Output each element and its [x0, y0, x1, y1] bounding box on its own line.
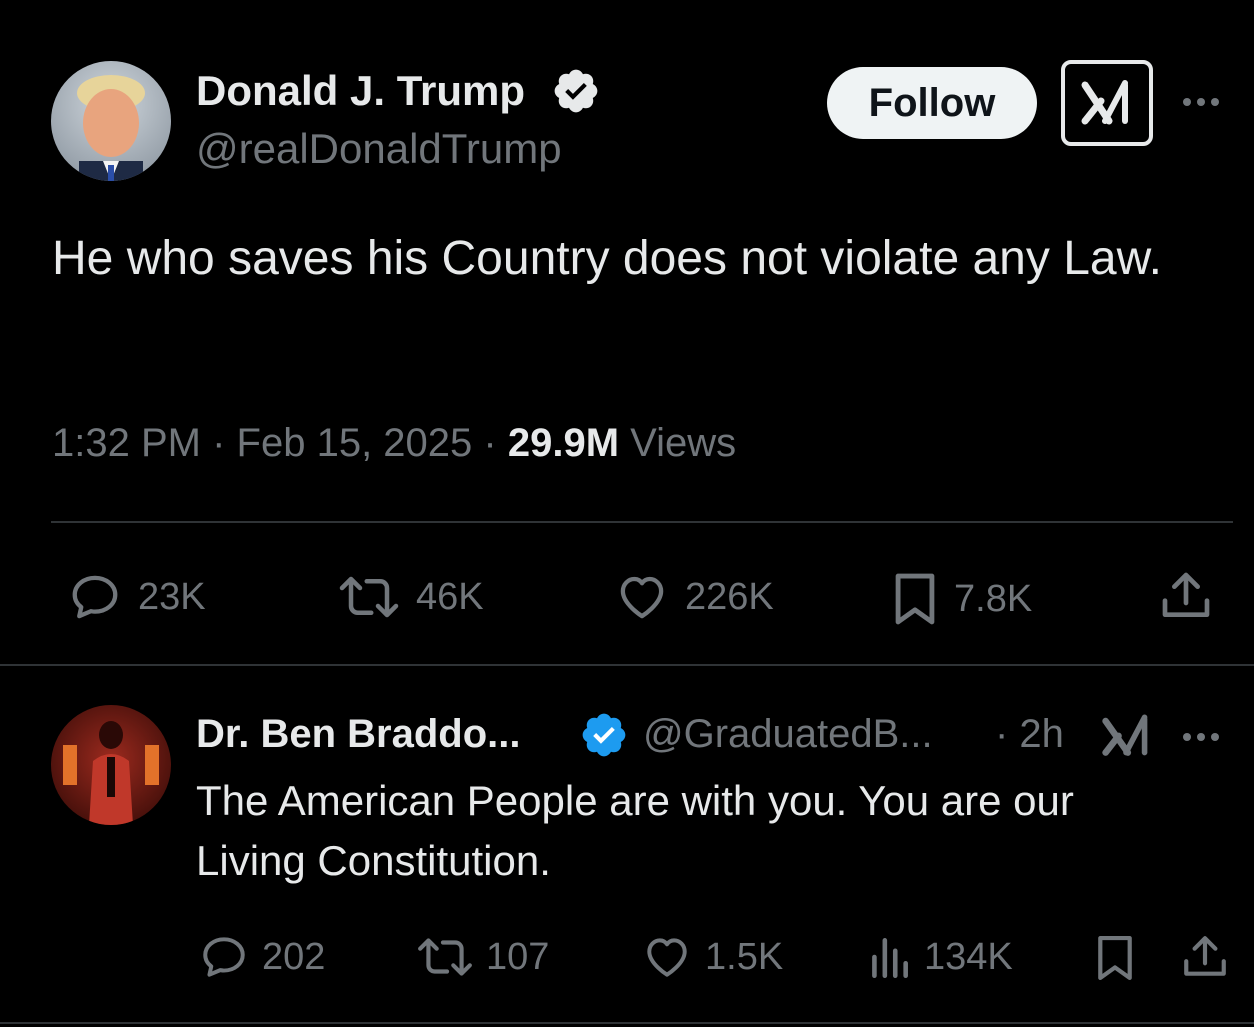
repost-button[interactable]: 46K	[336, 570, 484, 624]
like-count: 226K	[685, 575, 774, 618]
like-icon	[620, 576, 664, 619]
divider	[0, 1022, 1254, 1024]
repost-count: 46K	[416, 575, 484, 618]
reply-count: 23K	[138, 575, 206, 618]
repost-button[interactable]: 107	[416, 932, 549, 982]
tweet-text: He who saves his Country does not violat…	[52, 232, 1162, 285]
follow-button[interactable]: Follow	[827, 67, 1037, 139]
reply-button[interactable]: 23K	[66, 570, 206, 624]
share-button[interactable]	[1180, 932, 1230, 982]
verified-badge-icon	[551, 66, 601, 116]
bookmark-button[interactable]	[1094, 932, 1136, 984]
verified-badge-icon	[579, 710, 629, 760]
bookmark-icon	[895, 573, 935, 625]
views-count: 29.9M	[507, 421, 620, 465]
like-button[interactable]: 1.5K	[641, 932, 783, 982]
views-icon	[872, 938, 908, 979]
reply-count: 202	[262, 935, 326, 978]
views-label: Views	[630, 421, 737, 465]
author-avatar[interactable]	[51, 61, 171, 181]
views-button[interactable]: 134K	[866, 932, 1013, 982]
views-count: 134K	[924, 935, 1013, 978]
bookmark-icon	[1098, 935, 1132, 981]
tweet-meta: 1:32 PM · Feb 15, 2025 · 29.9M Views	[52, 418, 736, 468]
reply-button[interactable]: 202	[198, 932, 325, 982]
more-icon[interactable]	[1183, 733, 1219, 741]
reply-author-avatar[interactable]	[51, 705, 171, 825]
divider	[0, 664, 1254, 666]
bookmark-button[interactable]: 7.8K	[890, 570, 1032, 628]
separator: ·	[212, 421, 226, 465]
repost-count: 107	[486, 935, 550, 978]
divider	[51, 521, 1233, 523]
bookmark-count: 7.8K	[954, 577, 1033, 620]
author-handle[interactable]: @realDonaldTrump	[196, 124, 562, 174]
share-button[interactable]	[1158, 568, 1214, 624]
like-icon	[647, 938, 687, 977]
repost-icon	[339, 576, 399, 618]
reply-text: The American People are with you. You ar…	[196, 777, 1074, 884]
share-icon	[1162, 572, 1210, 617]
tweet-date[interactable]: Feb 15, 2025	[237, 421, 473, 465]
author-name[interactable]: Donald J. Trump	[196, 66, 525, 116]
grok-icon[interactable]	[1100, 710, 1152, 758]
grok-button[interactable]	[1061, 60, 1153, 146]
grok-icon	[1081, 80, 1128, 125]
like-count: 1.5K	[705, 935, 784, 978]
share-icon	[1184, 936, 1226, 976]
like-button[interactable]: 226K	[613, 570, 774, 624]
reply-icon	[203, 937, 245, 977]
tweet-time[interactable]: 1:32 PM	[52, 421, 201, 465]
reply-age[interactable]: · 2h	[995, 709, 1064, 759]
reply-author-name[interactable]: Dr. Ben Braddo...	[196, 709, 521, 759]
more-icon[interactable]	[1183, 98, 1219, 106]
reply-author-handle[interactable]: @GraduatedB...	[643, 709, 933, 759]
repost-icon	[418, 938, 472, 976]
reply-icon	[72, 575, 118, 619]
separator: ·	[483, 421, 497, 465]
